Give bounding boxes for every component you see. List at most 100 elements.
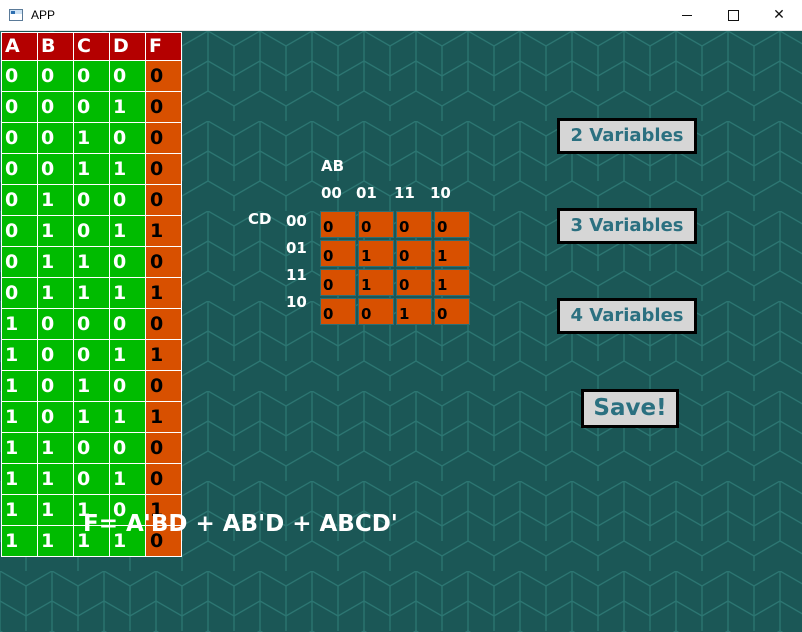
truth-table-input-cell: 1 <box>37 277 74 309</box>
truth-table-input-cell: 0 <box>1 122 38 154</box>
truth-table-input-cell: 0 <box>1 184 38 216</box>
truth-table-input-cell: 0 <box>1 60 38 92</box>
kmap-cell[interactable]: 1 <box>434 269 470 296</box>
truth-table-output-cell: 0 <box>145 122 182 154</box>
kmap-col-header: 11 <box>394 184 415 202</box>
kmap-cell[interactable]: 0 <box>434 211 470 238</box>
four-variables-button[interactable]: 4 Variables <box>557 298 697 334</box>
truth-table-row: 01111 <box>1 277 182 309</box>
truth-table-input-cell: 1 <box>1 370 38 402</box>
truth-table-input-cell: 1 <box>73 401 110 433</box>
kmap-cell[interactable]: 0 <box>320 211 356 238</box>
kmap-cell[interactable]: 0 <box>396 269 432 296</box>
truth-table-input-cell: 0 <box>73 60 110 92</box>
maximize-button[interactable] <box>710 0 756 30</box>
truth-table-row: 01100 <box>1 246 182 278</box>
truth-table-input-cell: 0 <box>73 463 110 495</box>
kmap-cell[interactable]: 0 <box>358 298 394 325</box>
truth-table-output-cell: 0 <box>145 432 182 464</box>
truth-table-header-row: ABCDF <box>1 32 182 61</box>
truth-table-input-cell: 0 <box>73 432 110 464</box>
kmap-cell[interactable]: 0 <box>396 240 432 267</box>
truth-table-output-cell: 1 <box>145 401 182 433</box>
truth-table: ABCDF 0000000010001000011001000010110110… <box>1 32 182 557</box>
kmap-cell[interactable]: 0 <box>320 298 356 325</box>
kmap-cell[interactable]: 0 <box>396 211 432 238</box>
truth-table-input-cell: 0 <box>37 122 74 154</box>
truth-table-input-cell: 0 <box>1 215 38 247</box>
title-bar[interactable]: APP ✕ <box>0 0 802 31</box>
truth-table-row: 00010 <box>1 91 182 123</box>
truth-table-output-cell: 0 <box>145 184 182 216</box>
kmap-row-header: 11 <box>286 266 307 284</box>
kmap-row-variable: CD <box>248 210 272 228</box>
save-button[interactable]: Save! <box>581 389 679 428</box>
truth-table-output-cell: 0 <box>145 91 182 123</box>
minimize-button[interactable] <box>664 0 710 30</box>
truth-table-input-cell: 0 <box>109 60 146 92</box>
truth-table-input-cell: 1 <box>109 91 146 123</box>
truth-table-input-cell: 1 <box>1 432 38 464</box>
truth-table-input-cell: 1 <box>73 246 110 278</box>
close-button[interactable]: ✕ <box>756 0 802 30</box>
truth-table-input-cell: 1 <box>73 277 110 309</box>
truth-table-output-cell: 0 <box>145 153 182 185</box>
window-title: APP <box>31 8 56 22</box>
truth-table-output-cell: 0 <box>145 60 182 92</box>
kmap-cell[interactable]: 1 <box>358 240 394 267</box>
kmap-row-header: 10 <box>286 293 307 311</box>
close-icon: ✕ <box>773 7 785 23</box>
maximize-icon <box>727 9 739 21</box>
truth-table-input-cell: 1 <box>37 463 74 495</box>
truth-table-input-cell: 1 <box>1 525 38 557</box>
truth-table-input-cell: 1 <box>37 432 74 464</box>
truth-table-output-cell: 0 <box>145 308 182 340</box>
truth-table-row: 00110 <box>1 153 182 185</box>
truth-table-input-cell: 0 <box>73 91 110 123</box>
truth-table-input-cell: 0 <box>1 153 38 185</box>
truth-table-output-cell: 1 <box>145 215 182 247</box>
truth-table-input-cell: 1 <box>1 494 38 526</box>
truth-table-row: 01011 <box>1 215 182 247</box>
kmap-cell[interactable]: 1 <box>434 240 470 267</box>
truth-table-input-cell: 1 <box>1 463 38 495</box>
truth-table-input-cell: 0 <box>73 184 110 216</box>
two-variables-button[interactable]: 2 Variables <box>557 118 697 154</box>
truth-table-output-cell: 0 <box>145 370 182 402</box>
truth-table-row: 00000 <box>1 60 182 92</box>
truth-table-row: 00100 <box>1 122 182 154</box>
kmap-cell[interactable]: 1 <box>358 269 394 296</box>
truth-table-input-cell: 1 <box>37 246 74 278</box>
truth-table-input-cell: 1 <box>37 494 74 526</box>
three-variables-button[interactable]: 3 Variables <box>557 208 697 244</box>
truth-table-output-cell: 0 <box>145 463 182 495</box>
kmap-col-header: 10 <box>430 184 451 202</box>
truth-table-output-cell: 1 <box>145 277 182 309</box>
truth-table-header-d: D <box>109 32 146 61</box>
truth-table-input-cell: 0 <box>109 432 146 464</box>
truth-table-input-cell: 1 <box>73 370 110 402</box>
truth-table-input-cell: 0 <box>37 60 74 92</box>
truth-table-input-cell: 0 <box>73 308 110 340</box>
truth-table-header-b: B <box>37 32 74 61</box>
simplified-formula: F= A'BD + AB'D + ABCD' <box>83 511 398 537</box>
truth-table-input-cell: 1 <box>37 184 74 216</box>
truth-table-input-cell: 1 <box>109 215 146 247</box>
kmap-col-header: 00 <box>321 184 342 202</box>
truth-table-row: 01000 <box>1 184 182 216</box>
truth-table-row: 10011 <box>1 339 182 371</box>
kmap-cell[interactable]: 0 <box>358 211 394 238</box>
truth-table-header-a: A <box>1 32 38 61</box>
truth-table-input-cell: 1 <box>37 525 74 557</box>
kmap-cell[interactable]: 1 <box>396 298 432 325</box>
kmap-row-header: 01 <box>286 239 307 257</box>
kmap-row-header: 00 <box>286 212 307 230</box>
truth-table-input-cell: 0 <box>37 91 74 123</box>
kmap-cell[interactable]: 0 <box>320 269 356 296</box>
kmap-cell[interactable]: 0 <box>434 298 470 325</box>
truth-table-input-cell: 0 <box>1 277 38 309</box>
truth-table-input-cell: 1 <box>109 463 146 495</box>
truth-table-input-cell: 1 <box>109 277 146 309</box>
kmap-cell[interactable]: 0 <box>320 240 356 267</box>
truth-table-input-cell: 1 <box>1 339 38 371</box>
